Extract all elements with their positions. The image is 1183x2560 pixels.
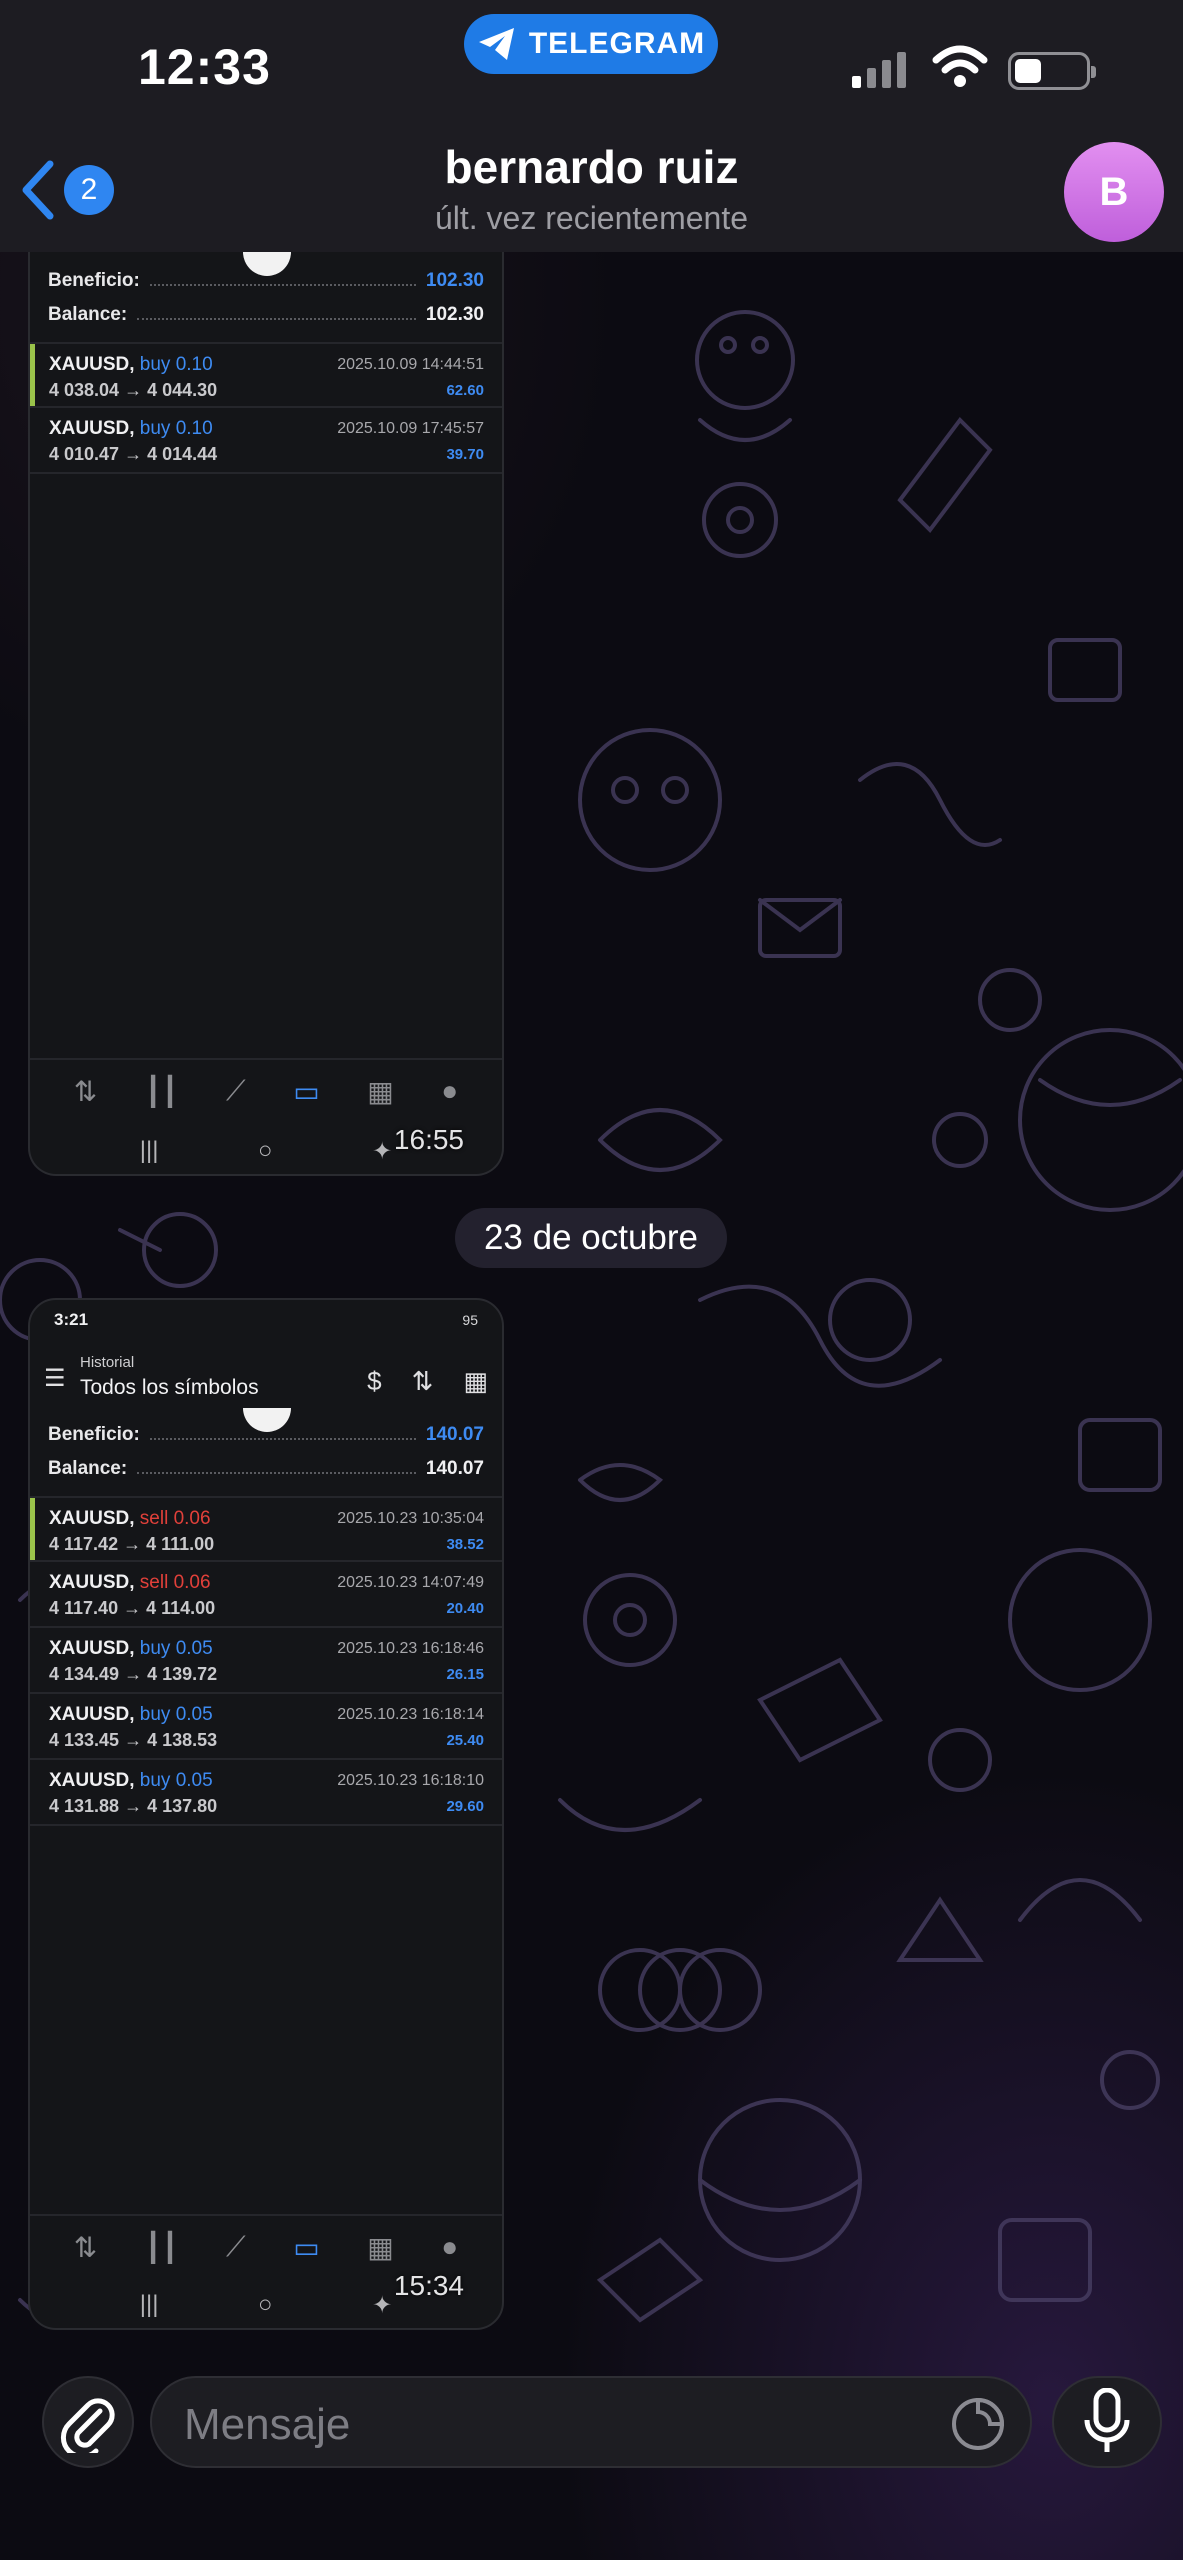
- phone-status-time: 3:21: [54, 1310, 89, 1329]
- trade-row: XAUUSD, buy 0.10 4 038.04 → 4 044.30 202…: [30, 342, 502, 408]
- microphone-icon: [1084, 2388, 1130, 2452]
- summary-row-balance: Balance: 140.07: [48, 1458, 484, 1480]
- attach-button[interactable]: [42, 2376, 134, 2468]
- app-pill-label: TELEGRAM: [528, 27, 706, 60]
- trade-row: XAUUSD, buy 0.05 4 133.45 → 4 138.53 202…: [30, 1694, 502, 1760]
- home-icon: ○: [258, 1137, 273, 1164]
- sticker-icon[interactable]: [950, 2396, 1006, 2452]
- recents-icon: |||: [139, 2291, 159, 2318]
- menu-icon: ☰: [44, 1365, 66, 1392]
- photo-message[interactable]: Beneficio: 102.30 Balance: 102.30 XAUUSD…: [28, 252, 504, 1176]
- news-icon: ▦: [367, 1075, 394, 1107]
- message-time: 16:55: [393, 1124, 464, 1155]
- message-placeholder: Mensaje: [184, 2400, 351, 2449]
- date-separator: 23 de octubre: [455, 1208, 727, 1268]
- home-icon: ○: [258, 2291, 273, 2318]
- photo-message[interactable]: 3:21 95 ☰ Historial Todos los símbolos $…: [28, 1298, 504, 2330]
- return-to-app-pill[interactable]: TELEGRAM: [464, 14, 718, 74]
- paperclip-icon: [60, 2398, 115, 2453]
- message-time: 15:34: [393, 2270, 464, 2301]
- sort-icon: ⇅: [411, 1366, 434, 1396]
- avatar[interactable]: B: [1064, 142, 1164, 242]
- trade-icon: ⟋: [226, 1074, 246, 1106]
- history-title: Historial: [80, 1354, 135, 1371]
- currency-icon: $: [367, 1366, 382, 1396]
- profit-label: Beneficio:: [48, 270, 140, 291]
- battery-icon: [1008, 52, 1096, 90]
- chart-candles-icon: ┃┃: [144, 1075, 179, 1107]
- cellular-signal-icon: [852, 48, 906, 88]
- trade-row: XAUUSD, buy 0.05 4 131.88 → 4 137.80 202…: [30, 1760, 502, 1826]
- quotes-icon: ⇅: [73, 1075, 98, 1107]
- profit-value: 140.07: [425, 1424, 484, 1445]
- quotes-icon: ⇅: [73, 2231, 98, 2263]
- history-toolbar: ☰ Historial Todos los símbolos $ ⇅ ▦: [30, 1340, 502, 1412]
- trade-icon: ⟋: [226, 2230, 246, 2262]
- trade-row: XAUUSD, sell 0.06 4 117.40 → 4 114.00 20…: [30, 1562, 502, 1628]
- telegram-plane-icon: [478, 28, 514, 60]
- accessibility-icon: ✦: [372, 2291, 393, 2319]
- wifi-icon: [932, 45, 988, 87]
- last-seen-status: últ. vez recientemente: [434, 200, 749, 236]
- chat-icon: ●: [441, 2231, 459, 2262]
- history-icon: ▭: [293, 2231, 320, 2263]
- balance-label: Balance:: [48, 304, 128, 325]
- chat-title[interactable]: bernardo ruiz: [0, 140, 1183, 194]
- history-icon: ▭: [293, 1075, 320, 1107]
- accessibility-icon: ✦: [372, 1137, 393, 1165]
- trade-row: XAUUSD, buy 0.10 4 010.47 → 4 014.44 202…: [30, 408, 502, 474]
- chat-header: 12:33 TELEGRAM 2 bernardo ruiz últ. vez …: [0, 0, 1183, 252]
- balance-value: 140.07: [425, 1458, 484, 1479]
- status-time: 12:33: [138, 39, 271, 95]
- news-icon: ▦: [367, 2231, 394, 2263]
- app-bottom-nav: ⇅ ┃┃ ⟋ ▭ ▦ ●: [30, 1058, 502, 1122]
- app-bottom-nav: ⇅ ┃┃ ⟋ ▭ ▦ ●: [30, 2214, 502, 2278]
- calendar-icon: ▦: [463, 1366, 488, 1396]
- summary-row-profit: Beneficio: 102.30: [48, 270, 484, 292]
- chat-icon: ●: [441, 1075, 459, 1106]
- trade-row: XAUUSD, sell 0.06 4 117.42 → 4 111.00 20…: [30, 1496, 502, 1562]
- balance-value: 102.30: [425, 304, 484, 325]
- chart-candles-icon: ┃┃: [144, 2231, 179, 2263]
- symbol-filter: Todos los símbolos: [80, 1376, 259, 1399]
- profit-value: 102.30: [425, 270, 484, 291]
- summary-row-profit: Beneficio: 140.07: [48, 1424, 484, 1446]
- recents-icon: |||: [139, 1137, 159, 1164]
- summary-row-balance: Balance: 102.30: [48, 304, 484, 326]
- message-input[interactable]: Mensaje: [150, 2376, 1032, 2468]
- trade-row: XAUUSD, buy 0.05 4 134.49 → 4 139.72 202…: [30, 1628, 502, 1694]
- voice-record-button[interactable]: [1052, 2376, 1162, 2468]
- balance-label: Balance:: [48, 1458, 128, 1479]
- profit-label: Beneficio:: [48, 1424, 140, 1445]
- phone-battery-level: 95: [462, 1312, 478, 1328]
